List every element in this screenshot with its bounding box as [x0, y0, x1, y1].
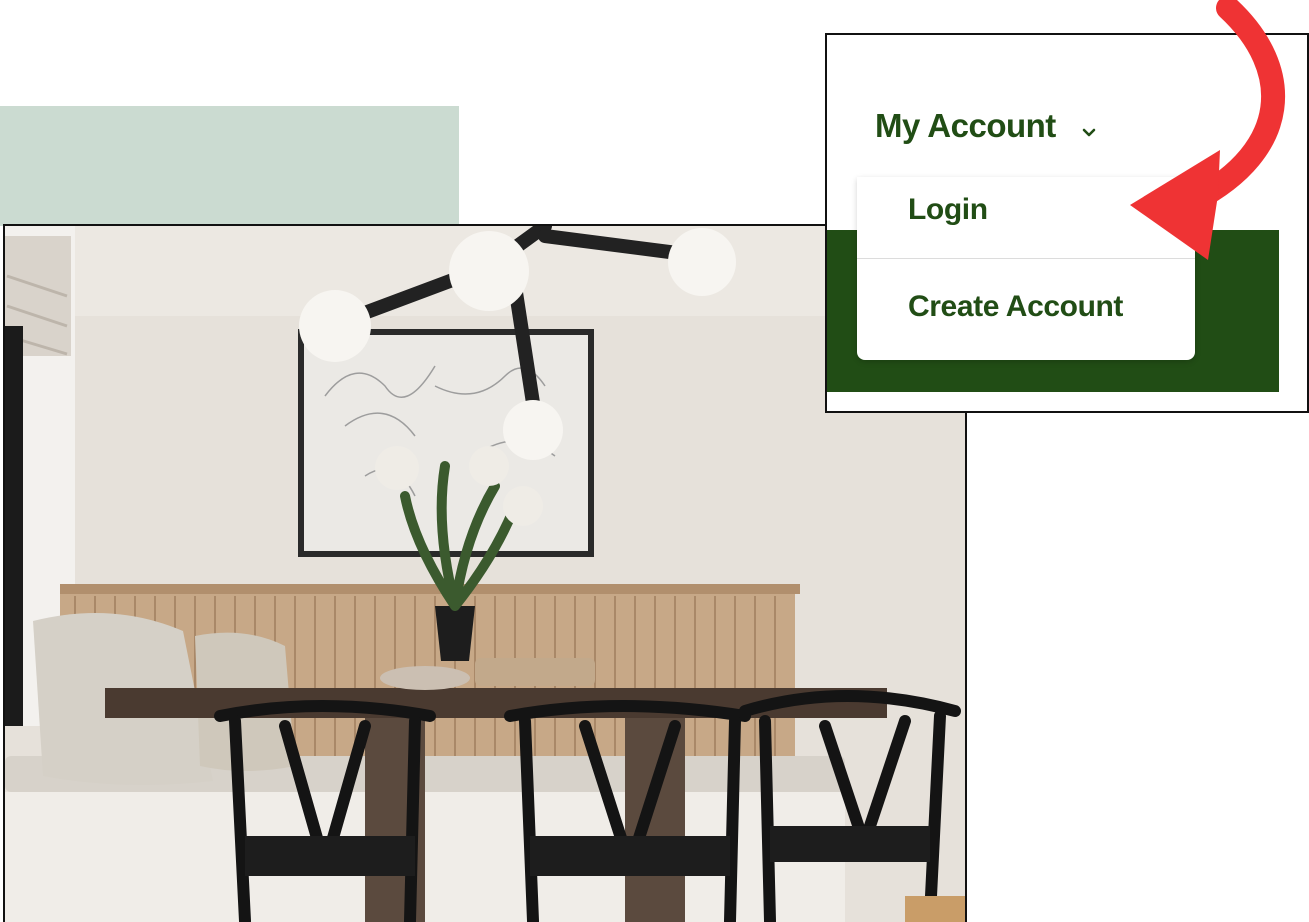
- dining-room-photo: [3, 224, 967, 922]
- create-account-link[interactable]: Create Account: [908, 290, 1123, 324]
- my-account-menu-toggle[interactable]: My Account: [875, 107, 1096, 145]
- my-account-label: My Account: [875, 107, 1056, 144]
- chevron-down-icon: [1082, 128, 1096, 137]
- login-link[interactable]: Login: [908, 193, 988, 227]
- sage-background-block: [0, 106, 459, 226]
- curved-arrow-icon: [1130, 0, 1285, 260]
